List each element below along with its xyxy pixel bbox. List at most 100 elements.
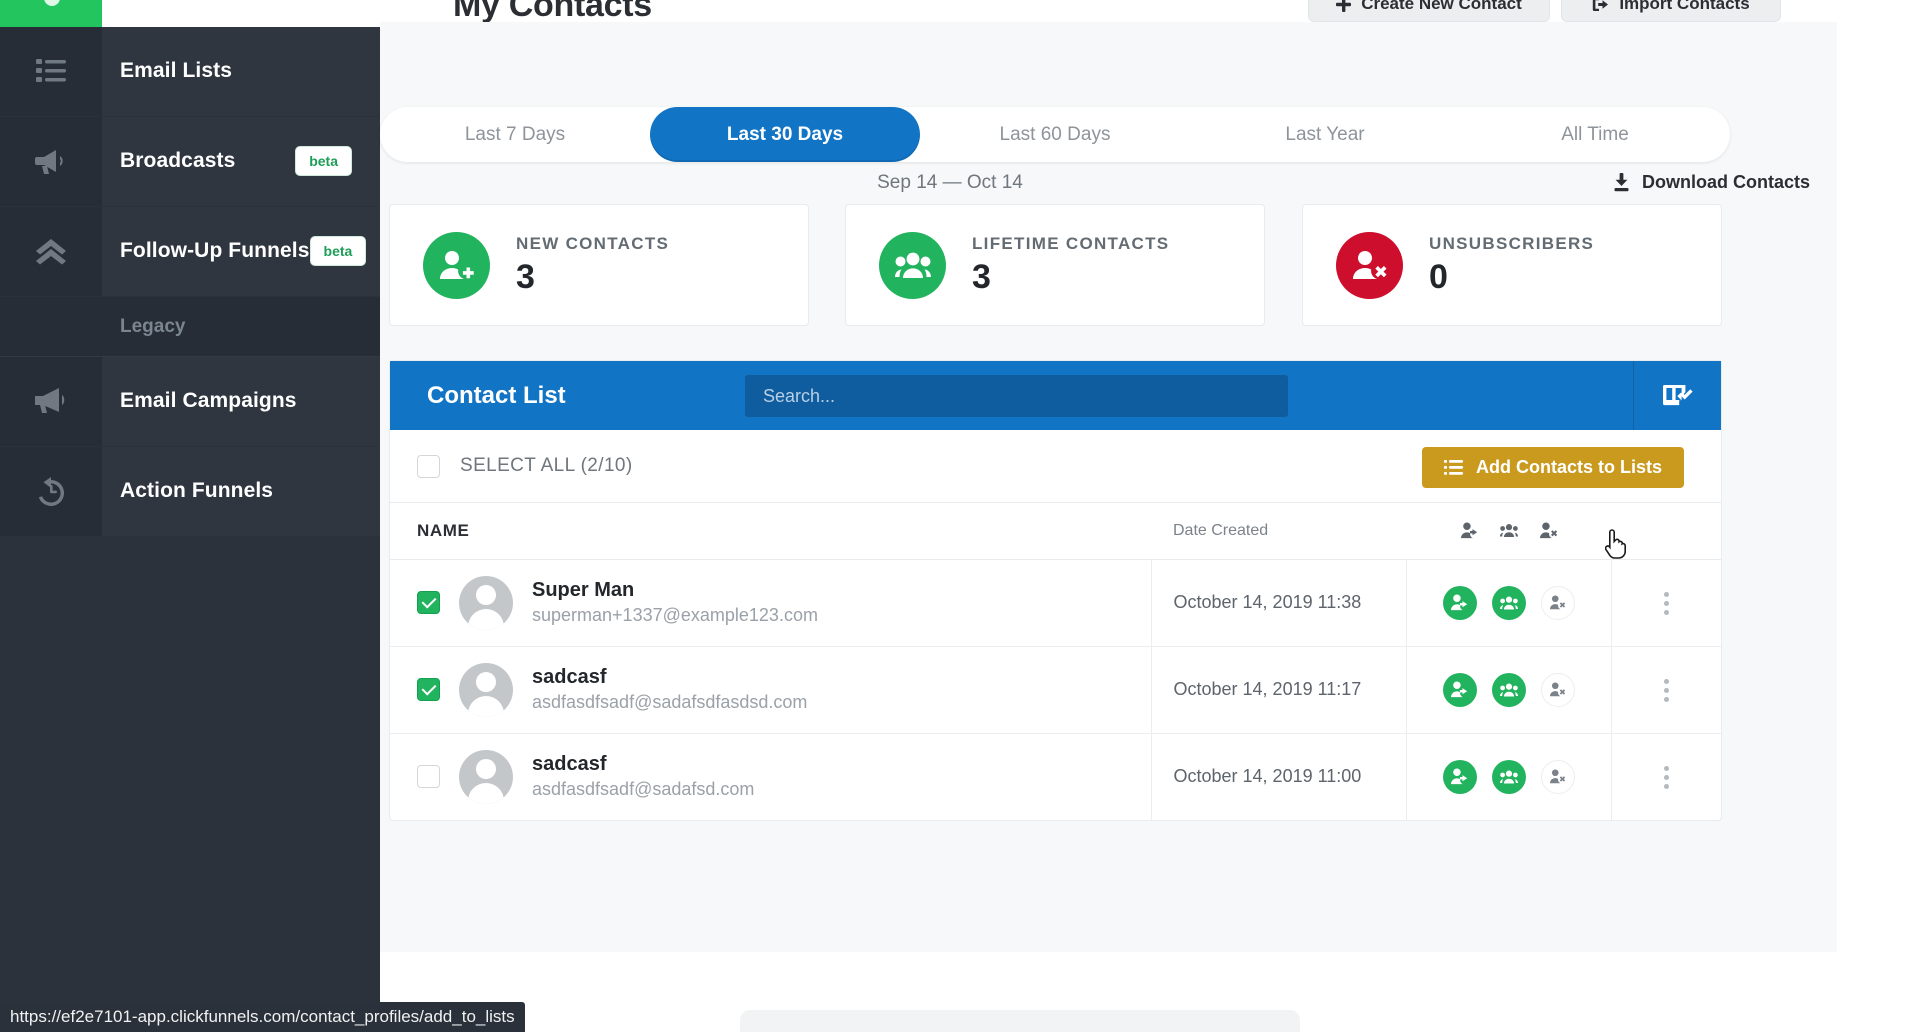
sidebar-item-label: Broadcasts	[120, 149, 236, 172]
megaphone-solid-icon	[0, 356, 102, 446]
contacts-panel: Last 7 Days Last 30 Days Last 60 Days La…	[380, 22, 1837, 952]
import-contacts-button[interactable]: Import Contacts	[1561, 0, 1781, 22]
action-user-x-icon[interactable]	[1540, 585, 1575, 620]
create-new-contact-button[interactable]: Create New Contact	[1308, 0, 1550, 22]
status-bar: https://ef2e7101-app.clickfunnels.com/co…	[0, 1002, 525, 1032]
download-contacts-button[interactable]: Download Contacts	[1612, 172, 1810, 193]
stat-text-group: UNSUBSCRIBERS 0	[1429, 234, 1594, 297]
kebab-menu-icon[interactable]	[1658, 673, 1675, 708]
contacts-table: NAME Date Created Super Man superman+133…	[390, 503, 1721, 820]
stat-text-group: NEW CONTACTS 3	[516, 234, 669, 297]
filter-tab-last-7-days[interactable]: Last 7 Days	[380, 107, 650, 162]
date-range-filter-tabs[interactable]: Last 7 Days Last 30 Days Last 60 Days La…	[380, 107, 1730, 162]
contact-date-created: October 14, 2019 11:17	[1150, 646, 1406, 733]
row-checkbox[interactable]	[417, 591, 440, 614]
contact-list-header: Contact List	[390, 361, 1721, 430]
name-block: sadcasf asdfasdfsadf@sadafsdfasdsd.com	[532, 666, 807, 713]
contact-email: asdfasdfsadf@sadafsd.com	[532, 779, 755, 800]
user-x-icon	[1336, 231, 1403, 299]
sidebar-item-body: Email Lists	[102, 26, 380, 116]
name-block: sadcasf asdfasdfsadf@sadafsd.com	[532, 753, 754, 800]
action-users-icon[interactable]	[1491, 759, 1526, 794]
sidebar-item-body: Email Campaigns	[102, 356, 380, 446]
select-all-bar: SELECT ALL (2/10) Add Contacts to Lists	[390, 430, 1721, 503]
contact-name: Super Man	[532, 579, 635, 601]
filter-tab-last-60-days[interactable]: Last 60 Days	[920, 107, 1190, 162]
contact-date-created: October 14, 2019 11:00	[1150, 733, 1406, 820]
sidebar-item-action-funnels[interactable]: Action Funnels	[0, 446, 380, 536]
sidebar-item-broadcasts[interactable]: Broadcasts beta	[0, 116, 380, 206]
page-right-edge	[1837, 0, 1920, 1032]
contacts-table-head: NAME Date Created	[390, 503, 1721, 560]
list-icon	[0, 26, 102, 116]
kebab-menu-icon[interactable]	[1658, 760, 1675, 795]
stat-label: LIFETIME CONTACTS	[972, 233, 1170, 253]
select-all-label: SELECT ALL (2/10)	[460, 455, 633, 476]
action-users-icon[interactable]	[1491, 585, 1526, 620]
add-contacts-to-lists-label: Add Contacts to Lists	[1475, 457, 1662, 477]
brand-logo-tab	[0, 0, 102, 27]
avatar	[459, 749, 513, 804]
row-checkbox[interactable]	[417, 765, 440, 789]
sidebar-item-label: Action Funnels	[120, 479, 274, 502]
download-icon	[1614, 173, 1629, 192]
table-row[interactable]: sadcasf asdfasdfsadf@sadafsd.com October…	[390, 733, 1721, 820]
contact-email: asdfasdfsadf@sadafsdfasdsd.com	[532, 692, 808, 712]
action-user-arrow-icon[interactable]	[1442, 672, 1477, 707]
select-all-checkbox[interactable]	[417, 454, 440, 478]
sidebar: Email Lists Broadcasts beta Follow-Up Fu…	[0, 0, 395, 1015]
filter-tab-last-30-days[interactable]: Last 30 Days	[650, 107, 920, 162]
sidebar-item-email-campaigns[interactable]: Email Campaigns	[0, 356, 380, 446]
sidebar-item-email-lists[interactable]: Email Lists	[0, 26, 380, 116]
contact-actions-cell	[1405, 559, 1611, 646]
column-header-actions	[1406, 503, 1611, 560]
status-bar-url: https://ef2e7101-app.clickfunnels.com/co…	[10, 1007, 515, 1026]
user-plus-icon	[423, 231, 490, 299]
filter-tab-last-year[interactable]: Last Year	[1190, 107, 1460, 162]
table-row[interactable]: sadcasf asdfasdfsadf@sadafsdfasdsd.com O…	[390, 646, 1721, 733]
contact-actions-cell	[1405, 733, 1611, 820]
contact-email: superman+1337@example123.com	[532, 605, 818, 625]
history-clock-icon	[0, 446, 102, 536]
users-icon	[1499, 524, 1518, 538]
plus-icon	[1336, 0, 1352, 12]
stat-label: UNSUBSCRIBERS	[1429, 233, 1595, 253]
double-chevron-up-icon	[0, 206, 102, 296]
table-header-row: NAME Date Created	[390, 503, 1721, 560]
search-input[interactable]	[745, 375, 1288, 417]
action-user-arrow-icon[interactable]	[1442, 585, 1477, 620]
sidebar-top-spacer	[102, 0, 380, 27]
name-cell-group: sadcasf asdfasdfsadf@sadafsdfasdsd.com	[417, 662, 1151, 717]
action-user-x-icon[interactable]	[1540, 759, 1575, 794]
row-action-icons	[1407, 585, 1611, 620]
action-user-arrow-icon[interactable]	[1442, 759, 1477, 794]
stat-label: NEW CONTACTS	[516, 233, 670, 253]
kebab-menu-icon[interactable]	[1658, 586, 1675, 621]
sidebar-section-label: Legacy	[120, 315, 186, 337]
megaphone-outline-icon	[0, 116, 102, 206]
import-contacts-label: Import Contacts	[1619, 0, 1750, 13]
contact-name-cell: Super Man superman+1337@example123.com	[390, 559, 1151, 646]
contact-actions-cell	[1405, 646, 1611, 733]
sidebar-section-legacy: Legacy	[0, 297, 380, 357]
action-users-icon[interactable]	[1491, 672, 1526, 707]
filter-tab-all-time[interactable]: All Time	[1460, 107, 1730, 162]
page-bottom-edge	[740, 1010, 1300, 1032]
stat-card-new-contacts: NEW CONTACTS 3	[389, 204, 809, 326]
sidebar-item-body: Follow-Up Funnels beta	[102, 206, 395, 296]
contact-date-created: October 14, 2019 11:38	[1150, 559, 1406, 646]
stat-card-unsubscribers: UNSUBSCRIBERS 0	[1302, 204, 1722, 326]
action-user-x-icon[interactable]	[1540, 672, 1575, 707]
row-action-icons	[1407, 672, 1611, 707]
column-header-date-created: Date Created	[1151, 503, 1406, 560]
row-checkbox[interactable]	[417, 678, 440, 701]
sidebar-item-follow-up-funnels[interactable]: Follow-Up Funnels beta	[0, 206, 395, 296]
contact-menu-cell	[1610, 559, 1721, 646]
columns-check-icon[interactable]	[1633, 361, 1721, 430]
beta-badge: beta	[309, 236, 367, 266]
sidebar-item-body: Action Funnels	[102, 446, 380, 536]
add-contacts-to-lists-button[interactable]: Add Contacts to Lists	[1421, 447, 1684, 488]
stat-value: 3	[516, 257, 535, 296]
table-row[interactable]: Super Man superman+1337@example123.com O…	[390, 559, 1721, 646]
main-content: My Contacts Create New Contact Import Co…	[380, 0, 1920, 1032]
